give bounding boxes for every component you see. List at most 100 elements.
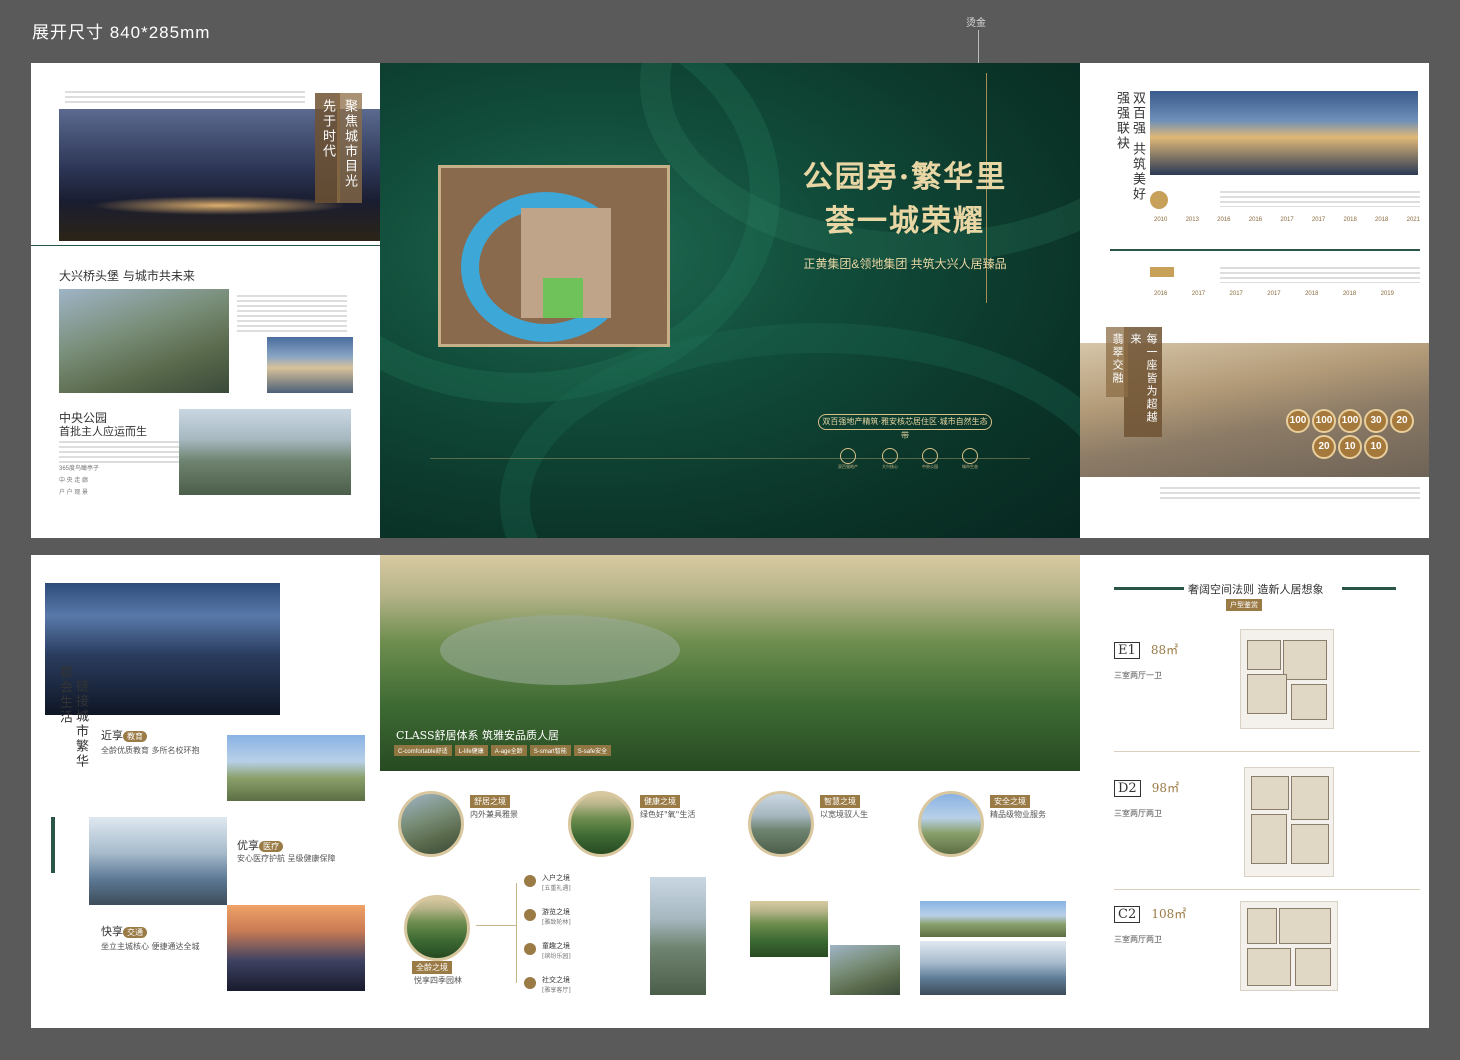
circle-photo-safety <box>918 791 984 857</box>
tag-jade: 翡翠交融 <box>1106 327 1128 397</box>
traffic-title-pre: 快享 <box>101 925 123 938</box>
award-badges-row2: 20 10 10 <box>1312 435 1388 459</box>
unit-code: D2 <box>1114 780 1141 797</box>
unit-code: E1 <box>1114 642 1140 659</box>
tag-pioneer-line1: 先于时代 <box>320 99 335 159</box>
edu-title-pre: 近享 <box>101 729 123 742</box>
unit-size: 88㎡ <box>1150 643 1179 657</box>
tag-focus: 聚焦城市目光 <box>337 93 362 203</box>
circle-photo-smart <box>748 791 814 857</box>
title-bar-left <box>1114 587 1184 590</box>
traffic-title-key: 交通 <box>123 927 147 938</box>
bridgehead-text <box>237 295 347 335</box>
cover-subtitle: 正黄集团&领地集团 共筑大兴人居臻品 <box>803 257 1007 271</box>
bridgehead-river-photo <box>267 337 353 393</box>
award-badge: 10 <box>1364 435 1388 459</box>
traffic-sub: 坐立主城核心 便捷通达全城 <box>101 942 200 951</box>
section-bridgehead-title: 大兴桥头堡 与城市共未来 <box>59 269 195 283</box>
circle-sub: 精品级物业服务 <box>990 810 1046 819</box>
size-label: 展开尺寸 840*285mm <box>32 23 211 42</box>
logo-zhenghuang <box>1150 191 1168 209</box>
circle-chip: 智慧之境 <box>820 795 860 808</box>
edu-title-key: 教育 <box>123 731 147 742</box>
circle-chip: 舒居之境 <box>470 795 510 808</box>
floorplan-d2 <box>1244 767 1334 877</box>
age-chip: 全龄之境 <box>412 961 452 974</box>
unit-size: 98㎡ <box>1151 781 1180 795</box>
unit-size: 108㎡ <box>1151 907 1187 921</box>
award-badges-row1: 100 100 100 30 20 <box>1286 409 1414 433</box>
cover-title-line1: 公园旁·繁华里 <box>802 160 1008 195</box>
edu-sub: 全龄优质教育 多所名校环抱 <box>101 746 200 755</box>
plan-room <box>1283 640 1327 680</box>
tag-focus-line2: 聚焦城市目光 <box>342 99 357 189</box>
circle-photo-all-age <box>404 895 470 961</box>
floorplan-subtitle: 户型鉴赏 <box>1226 599 1262 611</box>
tree-node-sub: [雅致轮林] <box>542 919 571 926</box>
garden-photo-2 <box>750 901 828 957</box>
zhenghuang-text <box>1220 191 1420 207</box>
cover-icon-item: 中央公园 <box>922 448 938 470</box>
class-chip: S-safe安全 <box>573 745 612 756</box>
unit-card: E1 88㎡ 三室两厅一卫 <box>1114 639 1178 681</box>
med-title-pre: 优享 <box>237 839 259 852</box>
tag-alliance: 强强联袂 <box>1114 91 1129 151</box>
timeline-year: 2017 <box>1280 217 1294 223</box>
class-chip: A-age全龄 <box>490 745 527 756</box>
tree-node-dot <box>524 875 536 887</box>
central-park-text <box>59 441 179 463</box>
tree-node-sub: [雅享客厅] <box>542 987 571 994</box>
plan-room <box>1247 908 1277 944</box>
timeline-year: 2017 <box>1267 291 1281 297</box>
garden-photo-3 <box>830 945 900 995</box>
class-chip: C-comfortable舒适 <box>394 745 452 756</box>
bridgehead-aerial-photo <box>59 289 229 393</box>
timeline-year: 2017 <box>1311 217 1326 223</box>
cover-icons: 双百强地产 大兴核心 中央公园 城市生态 <box>838 448 978 470</box>
plan-room <box>1247 640 1281 670</box>
timeline-line <box>1110 249 1420 251</box>
circle-photo-health <box>568 791 634 857</box>
park-list-item: 户 户 观 景 <box>59 490 89 496</box>
side-divider <box>31 245 380 246</box>
cover-badge-icon <box>922 448 938 464</box>
plan-room <box>1247 948 1291 986</box>
hospital-photo <box>89 817 227 905</box>
cover-icon-label: 城市生态 <box>962 464 978 469</box>
unit-divider <box>1114 889 1420 890</box>
bottom-right-panel: 奢阔空间法则 造新人居想象 户型鉴赏 E1 88㎡ 三室两厅一卫 D2 98㎡ … <box>1080 555 1429 1028</box>
cover-icon-label: 中央公园 <box>922 464 938 469</box>
park-list-item: 365度鸟瞰亭子 <box>59 466 100 472</box>
med-title-key: 医疗 <box>259 841 283 852</box>
tree-node-title: 入户之境 <box>542 874 570 882</box>
cover-title: 公园旁·繁华里 荟一城荣耀 <box>790 156 1020 244</box>
edu-title: 近享 教育 <box>101 727 147 743</box>
plan-room <box>1251 776 1289 810</box>
central-park-photo <box>179 409 351 495</box>
timeline-year: 2017 <box>1191 291 1206 297</box>
tag-beyond: 每一座皆为超越来 <box>1124 327 1162 437</box>
award-badge: 10 <box>1338 435 1362 459</box>
timeline-year: 2019 <box>1380 291 1394 297</box>
school-photo <box>227 735 365 801</box>
cover-title-line2: 荟一城荣耀 <box>825 204 985 239</box>
cover-badge-icon <box>962 448 978 464</box>
timeline-year: 2017 <box>1229 291 1243 297</box>
cover-icon-item: 城市生态 <box>962 448 978 470</box>
balcony-text <box>1160 487 1420 499</box>
timeline-year: 2018 <box>1343 217 1357 223</box>
lingdi-text <box>1220 267 1420 283</box>
timeline-year: 2018 <box>1305 291 1319 297</box>
award-badge: 20 <box>1390 409 1414 433</box>
banner-title: CLASS舒居体系 筑雅安品质人居 <box>396 729 560 742</box>
plan-room <box>1291 684 1327 720</box>
service-photo-2 <box>920 941 1066 995</box>
circle-photo-comfort <box>398 791 464 857</box>
location-map <box>438 165 670 347</box>
tree-node-sub: [五重礼遇] <box>542 885 571 892</box>
floorplan-c2 <box>1240 901 1338 991</box>
top-right-panel: 双百强 共筑美好 强强联袂 2010 2013 2016 2016 2017 2… <box>1080 63 1429 538</box>
floorplan-e1 <box>1240 629 1334 729</box>
age-sub: 悦享四季园林 <box>414 976 462 985</box>
tree-node-dot <box>524 909 536 921</box>
